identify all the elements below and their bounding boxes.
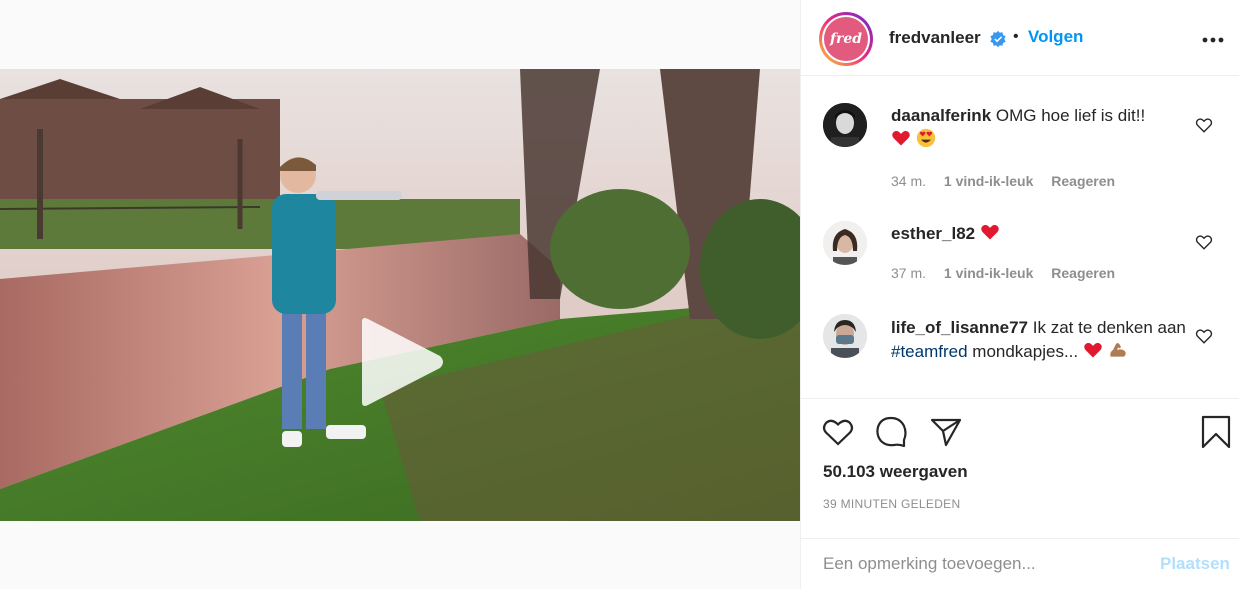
post-comment-button[interactable]: Plaatsen: [1160, 554, 1230, 574]
fred-logo: fred: [824, 17, 868, 61]
comment-like-icon[interactable]: [1195, 233, 1213, 251]
comment-meta: 37 m. 1 vind-ik-leuk Reageren: [891, 265, 1129, 281]
reply-button[interactable]: Reageren: [1051, 265, 1115, 281]
commenter-avatar[interactable]: [823, 103, 867, 147]
play-icon: [362, 318, 443, 406]
media-pane: [0, 0, 800, 589]
post-header: fred fredvanleer • Volgen: [801, 0, 1239, 76]
video-frame: [0, 69, 800, 521]
comment-like-icon[interactable]: [1195, 116, 1213, 134]
comment-age: 34 m.: [891, 173, 927, 189]
comment-likes[interactable]: 1 vind-ik-leuk: [944, 173, 1033, 189]
avatar-photo: [823, 103, 867, 147]
comment-username[interactable]: life_of_lisanne77: [891, 318, 1028, 337]
comment-age: 37 m.: [891, 265, 927, 281]
red-heart-icon: [892, 130, 910, 146]
commenter-avatar[interactable]: [823, 221, 867, 265]
post-side-panel: fred fredvanleer • Volgen daanalferink O…: [800, 0, 1239, 589]
heart-eyes-face-icon: [916, 128, 935, 148]
comment-body: esther_l82: [891, 222, 1191, 246]
comment-body: daanalferink OMG hoe lief is dit!!: [891, 104, 1191, 152]
commenter-avatar[interactable]: [823, 314, 867, 358]
post-actions: 50.103 weergaven 39 MINUTEN GELEDEN: [801, 398, 1239, 538]
comment-username[interactable]: daanalferink: [891, 106, 991, 125]
comment-username[interactable]: esther_l82: [891, 224, 975, 243]
author-username[interactable]: fredvanleer: [889, 28, 981, 48]
comment-body: life_of_lisanne77 Ik zat te denken aan #…: [891, 316, 1191, 364]
views-count[interactable]: 50.103 weergaven: [823, 462, 968, 482]
reply-button[interactable]: Reageren: [1051, 173, 1115, 189]
play-button[interactable]: [354, 316, 446, 408]
comment-meta: 34 m. 1 vind-ik-leuk Reageren: [891, 173, 1129, 189]
avatar-photo: [823, 221, 867, 265]
comment-text-continued: mondkapjes...: [972, 342, 1079, 361]
comment-like-icon[interactable]: [1195, 327, 1213, 345]
comment-likes[interactable]: 1 vind-ik-leuk: [944, 265, 1033, 281]
author-avatar[interactable]: fred: [819, 12, 873, 66]
comment-text: OMG hoe lief is dit!!: [995, 106, 1146, 125]
flexed-biceps-icon: [1109, 343, 1126, 357]
share-send-icon[interactable]: [929, 415, 963, 449]
separator-dot: •: [1013, 28, 1019, 45]
post-timestamp[interactable]: 39 MINUTEN GELEDEN: [823, 497, 960, 511]
verified-badge-icon: [990, 30, 1006, 48]
video-player[interactable]: [0, 69, 800, 521]
comment-composer: Plaatsen: [801, 538, 1239, 589]
follow-button[interactable]: Volgen: [1028, 27, 1083, 47]
hashtag-link[interactable]: #teamfred: [891, 342, 968, 361]
red-heart-icon: [1084, 342, 1102, 358]
comments-list: daanalferink OMG hoe lief is dit!! 34 m.…: [801, 77, 1239, 397]
comment-input[interactable]: [823, 551, 1143, 577]
comment-text: Ik zat te denken aan: [1032, 318, 1186, 337]
like-heart-icon[interactable]: [821, 415, 855, 449]
save-bookmark-icon[interactable]: [1199, 415, 1233, 449]
red-heart-icon: [981, 224, 999, 240]
more-options-icon[interactable]: [1201, 30, 1225, 50]
comment-bubble-icon[interactable]: [875, 415, 909, 449]
avatar-photo: [823, 314, 867, 358]
